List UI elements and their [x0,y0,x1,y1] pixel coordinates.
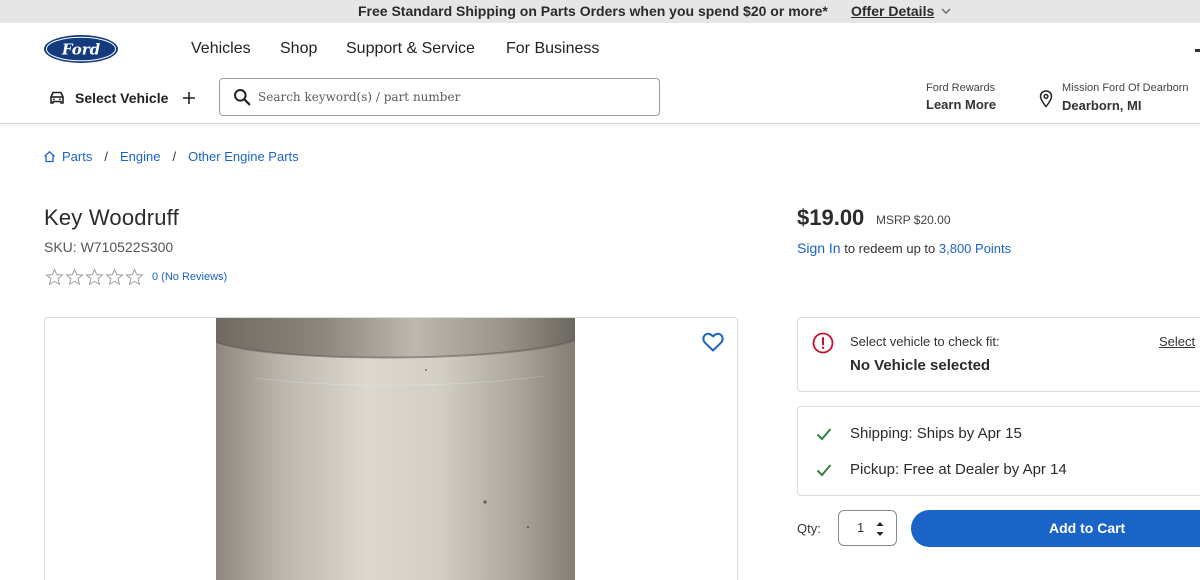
sub-header: Select Vehicle Ford Rewards Learn More M… [0,76,1200,124]
alert-icon [812,332,834,354]
offer-details-link[interactable]: Offer Details [851,3,952,19]
nav-for-business[interactable]: For Business [506,40,599,58]
dealer-location: Dearborn, MI [1062,98,1142,113]
sign-in-link[interactable]: Sign In [797,240,841,256]
select-vehicle-button[interactable]: Select Vehicle [48,90,197,106]
add-to-cart-label: Add to Cart [1049,520,1126,536]
quantity-stepper[interactable]: 1 [838,510,897,546]
shipping-row: Shipping: Ships by Apr 15 [816,425,1022,442]
main-nav: Ford Vehicles Shop Support & Service For… [0,23,1200,76]
car-icon [50,91,64,104]
pickup-row: Pickup: Free at Dealer by Apr 14 [816,461,1067,478]
plus-icon [183,92,196,104]
promo-banner: Free Standard Shipping on Parts Orders w… [0,0,1200,23]
vehicle-fit-box: Select vehicle to check fit: No Vehicle … [797,317,1200,392]
nav-edge-icon[interactable] [1195,49,1200,52]
nav-shop[interactable]: Shop [280,40,317,58]
location-pin-icon [1039,90,1053,108]
ford-rewards[interactable]: Ford Rewards Learn More [926,82,996,112]
breadcrumb: Parts / Engine / Other Engine Parts [43,149,299,164]
reviews-link[interactable]: 0 (No Reviews) [152,271,227,283]
ford-logo-text: Ford [61,41,101,59]
product-title: Key Woodruff [44,205,179,230]
offer-details-label: Offer Details [851,3,935,19]
fit-status: No Vehicle selected [850,357,991,374]
nav-support-service[interactable]: Support & Service [346,40,475,58]
product-msrp: MSRP $20.00 [876,213,951,227]
star-icon [45,268,64,286]
check-icon [816,427,832,440]
star-rating [45,268,144,286]
quantity-value: 1 [857,520,865,535]
breadcrumb-engine[interactable]: Engine [120,149,160,164]
search-box [219,78,660,116]
product-sku: SKU: W710522S300 [44,239,174,255]
ford-logo[interactable]: Ford [43,34,119,64]
up-down-arrows-icon[interactable] [874,519,886,539]
select-vehicle-link[interactable]: Select [1159,334,1195,349]
nav-vehicles[interactable]: Vehicles [191,40,251,58]
add-to-cart-button[interactable]: Add to Cart [911,510,1200,547]
product-image-panel [44,317,738,580]
chevron-down-icon [941,8,951,14]
breadcrumb-separator: / [104,149,108,164]
points-link[interactable]: 3,800 Points [939,241,1011,256]
rewards-points-line: Sign In to redeem up to 3,800 Points [797,240,1011,256]
breadcrumb-parts[interactable]: Parts [62,149,92,164]
star-icon [125,268,144,286]
pickup-text: Pickup: Free at Dealer by Apr 14 [850,461,1067,478]
fit-check-label: Select vehicle to check fit: [850,334,1000,349]
search-icon [234,89,251,106]
rewards-label: Ford Rewards [926,82,996,94]
rewards-learn-more-link[interactable]: Learn More [926,97,996,112]
dealer-name: Mission Ford Of Dearborn [1062,82,1189,94]
redeem-text: to redeem up to [840,241,939,256]
home-icon[interactable] [43,150,56,163]
shipping-text: Shipping: Ships by Apr 15 [850,425,1022,442]
breadcrumb-other-engine-parts[interactable]: Other Engine Parts [188,149,299,164]
product-image [215,318,575,580]
star-icon [105,268,124,286]
quantity-label: Qty: [797,521,821,536]
breadcrumb-separator: / [172,149,177,164]
star-icon [85,268,104,286]
promo-message: Free Standard Shipping on Parts Orders w… [358,3,828,19]
heart-icon[interactable] [701,330,725,354]
star-icon [65,268,84,286]
select-vehicle-label: Select Vehicle [75,90,169,106]
search-input[interactable] [258,87,648,107]
product-price: $19.00 [797,205,865,230]
check-icon [816,463,832,476]
availability-box: Shipping: Ships by Apr 15 Pickup: Free a… [797,406,1200,496]
